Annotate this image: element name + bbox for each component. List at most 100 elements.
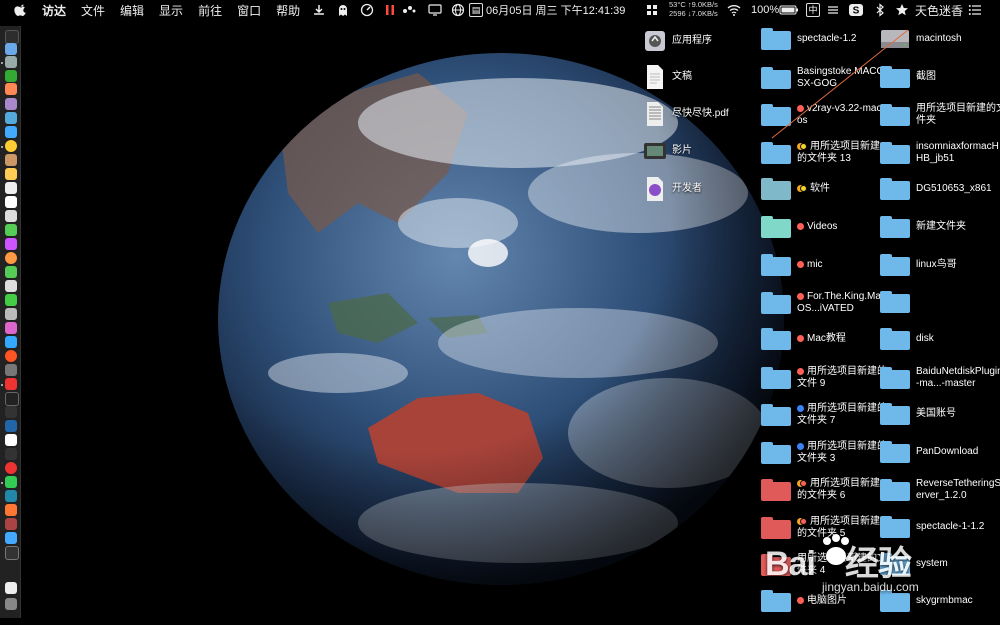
desktop-folder[interactable]: 新建文件夹 xyxy=(880,216,1000,238)
textedit-dock-icon[interactable] xyxy=(5,210,17,222)
desktop-folder[interactable]: 美国账号 xyxy=(880,403,1000,425)
finder-dock-icon[interactable] xyxy=(5,30,19,44)
calendar-dock-icon[interactable] xyxy=(5,196,17,208)
screen-share-icon[interactable] xyxy=(428,3,442,17)
wechat-dock-icon[interactable] xyxy=(5,476,17,488)
menu-go[interactable]: 前往 xyxy=(198,2,222,19)
dark-app-dock-icon[interactable] xyxy=(5,448,17,460)
finder2-dock-icon[interactable] xyxy=(5,532,17,544)
vivaldi-dock-icon[interactable] xyxy=(5,378,17,390)
blue-app-dock-icon[interactable] xyxy=(5,490,17,502)
desktop-folder[interactable]: linux鸟哥 xyxy=(880,254,1000,276)
code-dock-icon[interactable] xyxy=(5,420,17,432)
menu-view[interactable]: 显示 xyxy=(159,2,183,19)
app-dock-icon[interactable] xyxy=(5,83,17,95)
tag-dot xyxy=(800,184,807,192)
itunes2-dock-icon[interactable] xyxy=(5,322,17,334)
apple-icon[interactable] xyxy=(14,3,28,17)
desktop-folder[interactable]: BaiduNetdiskPlugin-ma...-master xyxy=(880,366,1000,390)
wifi-icon[interactable] xyxy=(727,3,741,17)
bluetooth-icon[interactable] xyxy=(873,3,887,17)
developer-folder[interactable]: 开发者 xyxy=(644,176,762,202)
reminders-dock-icon[interactable] xyxy=(5,182,17,194)
system-stats[interactable]: 53°C ↑9.0KB/s 2596 ↓7.0KB/s xyxy=(669,0,718,18)
desktop-folder[interactable]: Videos xyxy=(761,216,887,238)
menu-edit[interactable]: 编辑 xyxy=(120,2,144,19)
globe-icon[interactable] xyxy=(451,3,465,17)
firefox-dock-icon[interactable] xyxy=(5,252,17,264)
orange-app-dock-icon[interactable] xyxy=(5,504,17,516)
desktop-folder[interactable]: 用所选项目新建的文件夹 7 xyxy=(761,403,887,427)
siri-dock-icon[interactable] xyxy=(5,43,17,55)
menu-finder[interactable]: 访达 xyxy=(42,2,66,19)
documents-folder[interactable]: 文稿 xyxy=(644,64,762,90)
photos-dock-icon[interactable] xyxy=(5,224,17,236)
clock-text[interactable]: 06月05日 周三 下午12:41:39 xyxy=(486,0,625,20)
messages-dock-icon[interactable] xyxy=(5,266,17,278)
star-icon[interactable] xyxy=(895,3,909,17)
gauge-icon[interactable] xyxy=(360,3,374,17)
desktop-folder[interactable]: disk xyxy=(880,328,1000,350)
user-name[interactable]: 天色迷香 xyxy=(915,0,963,20)
menu-file[interactable]: 文件 xyxy=(81,2,105,19)
desktop-folder[interactable]: 用所选项目新建的文件 9 xyxy=(761,366,887,390)
desktop-folder[interactable]: insomniaxformacHHB_jb51 xyxy=(880,141,1000,165)
calendar-icon[interactable]: ▤ xyxy=(469,3,483,17)
desktop-folder[interactable]: Mac教程 xyxy=(761,328,887,350)
maps-dock-icon[interactable] xyxy=(5,280,17,292)
activity-dock-icon[interactable] xyxy=(5,406,17,418)
desktop-item-label: Mac教程 xyxy=(797,333,887,345)
console-dock-icon[interactable] xyxy=(5,546,19,560)
purple-app-dock-icon[interactable] xyxy=(5,98,17,110)
desktop-folder[interactable]: 软件 xyxy=(761,178,887,200)
desktop-folder[interactable]: mic xyxy=(761,254,887,276)
itunes-dock-icon[interactable] xyxy=(5,238,17,250)
desktop-folder[interactable]: 用所选项目新建的文件夹 3 xyxy=(761,441,887,465)
safari-dock-icon[interactable] xyxy=(5,126,17,138)
menu-help[interactable]: 帮助 xyxy=(276,2,300,19)
battery-percent[interactable]: 100% xyxy=(751,0,779,20)
notes-dock-icon[interactable] xyxy=(5,168,17,180)
ghost-icon[interactable] xyxy=(336,3,350,17)
red-app-dock-icon[interactable] xyxy=(5,518,17,530)
trash-dock-icon[interactable] xyxy=(5,598,17,610)
launchpad-dock-icon[interactable] xyxy=(5,56,17,68)
desktop-folder[interactable]: spectacle-1-1.2 xyxy=(880,516,1000,538)
contacts-dock-icon[interactable] xyxy=(5,154,17,166)
chrome-dock-icon[interactable] xyxy=(5,140,17,152)
dots-icon[interactable] xyxy=(402,3,416,17)
menu-window[interactable]: 窗口 xyxy=(237,2,261,19)
keynote-dock-icon[interactable] xyxy=(5,308,17,320)
menu-list-icon[interactable] xyxy=(826,3,840,17)
android-dock-icon[interactable] xyxy=(5,70,17,82)
photo-booth-dock-icon[interactable] xyxy=(5,350,17,362)
desktop-folder[interactable]: For.The.King.MacOS...iVATED xyxy=(761,291,887,315)
desktop-folder[interactable]: 用所选项目新建的文件夹 13 xyxy=(761,141,887,165)
terminal-dock-icon[interactable] xyxy=(5,392,19,406)
earth-wallpaper xyxy=(218,53,784,586)
desktop-folder[interactable] xyxy=(880,291,1000,313)
preferences-dock-icon[interactable] xyxy=(5,364,17,376)
notification-center-icon[interactable] xyxy=(968,3,982,17)
grid-icon[interactable] xyxy=(645,3,659,17)
battery-icon[interactable] xyxy=(779,3,799,17)
app-store-dock-icon[interactable] xyxy=(5,336,17,348)
pdf-file[interactable]: 尽快尽快.pdf xyxy=(644,101,762,127)
mail-dock-icon[interactable] xyxy=(5,112,17,124)
folder-icon xyxy=(880,328,910,350)
label-text: 电脑图片 xyxy=(807,595,847,606)
numbers-dock-icon[interactable] xyxy=(5,294,17,306)
download-icon[interactable] xyxy=(312,3,326,17)
applications-folder[interactable]: 应用程序 xyxy=(644,28,762,54)
netease-dock-icon[interactable] xyxy=(5,462,17,474)
desktop-folder[interactable]: ReverseTetheringServer_1.2.0 xyxy=(880,478,1000,502)
desktop-folder[interactable]: DG510653_x861 xyxy=(880,178,1000,200)
desktop-folder[interactable]: PanDownload xyxy=(880,441,1000,463)
desktop-folder[interactable]: 用所选项目新建的文件夹 6 xyxy=(761,478,887,502)
s-app-icon[interactable]: S xyxy=(848,3,864,17)
input-method-icon[interactable]: 中 xyxy=(806,3,820,17)
movies-folder[interactable]: 影片 xyxy=(644,138,762,164)
pause-icon[interactable] xyxy=(383,3,397,17)
yandex-dock-icon[interactable] xyxy=(5,434,17,446)
document-dock-icon[interactable] xyxy=(5,582,17,594)
